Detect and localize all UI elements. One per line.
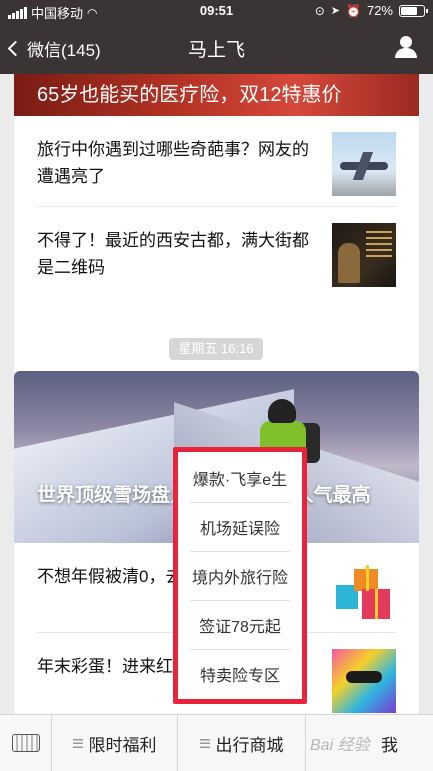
- article-item[interactable]: 不得了！最近的西安古都，满大街都是二维码: [14, 207, 419, 297]
- banner-title: 65岁也能买的医疗险，双12特惠价: [37, 84, 342, 106]
- location-icon: ➤: [330, 5, 341, 17]
- article-card: 65岁也能买的医疗险，双12特惠价 旅行中你遇到过哪些奇葩事？网友的遭遇亮了 不…: [14, 74, 419, 380]
- colorful-thumbnail: [332, 649, 396, 713]
- article-title: 不得了！最近的西安古都，满大街都是二维码: [37, 231, 309, 277]
- article-title: 旅行中你遇到过哪些奇葩事？网友的遭遇亮了: [37, 140, 309, 186]
- menu-button-label: 出行商城: [215, 736, 284, 755]
- lock-rotation-icon: ⊙: [314, 3, 325, 18]
- menu-lines-icon: [72, 739, 83, 748]
- terracotta-thumbnail: [332, 223, 396, 287]
- bottom-menu-bar: 限时福利 出行商城 我 Bai 经验: [0, 714, 433, 771]
- submenu-popup: 爆款·飞享e生 机场延误险 境内外旅行险 签证78元起 特卖险专区: [173, 447, 307, 704]
- watermark-logo: Bai 经验: [310, 737, 370, 754]
- battery-icon: [399, 4, 428, 17]
- menu-button-label: 限时福利: [88, 736, 157, 755]
- status-bar: 中国移动 ◠ 09:51 ⊙ ➤ ⏰ 72%: [0, 0, 433, 22]
- airplane-thumbnail: [332, 132, 396, 196]
- gift-thumbnail: [332, 559, 396, 623]
- menu-button-welfare[interactable]: 限时福利: [52, 715, 178, 771]
- alarm-icon: ⏰: [346, 3, 361, 18]
- submenu-item[interactable]: 特卖险专区: [190, 650, 290, 698]
- submenu-item[interactable]: 机场延误险: [190, 503, 290, 551]
- nav-bar: 微信(145) 马上飞: [0, 22, 433, 74]
- menu-lines-icon: [199, 739, 210, 748]
- menu-button-label: 我: [381, 736, 398, 755]
- submenu-item[interactable]: 爆款·飞享e生: [190, 454, 290, 502]
- keyboard-icon: [12, 734, 40, 752]
- article-banner[interactable]: 65岁也能买的医疗险，双12特惠价: [14, 74, 419, 116]
- article-item[interactable]: 旅行中你遇到过哪些奇葩事？网友的遭遇亮了: [14, 116, 419, 206]
- battery-percent: 72%: [366, 3, 393, 18]
- keyboard-toggle-button[interactable]: [0, 715, 52, 771]
- menu-button-mall[interactable]: 出行商城: [178, 715, 306, 771]
- page-title: 马上飞: [187, 40, 245, 61]
- profile-icon[interactable]: [395, 36, 417, 58]
- submenu-item[interactable]: 签证78元起: [190, 601, 290, 649]
- timestamp-badge: 星期五 16:16: [169, 338, 263, 360]
- submenu-item[interactable]: 境内外旅行险: [190, 552, 290, 600]
